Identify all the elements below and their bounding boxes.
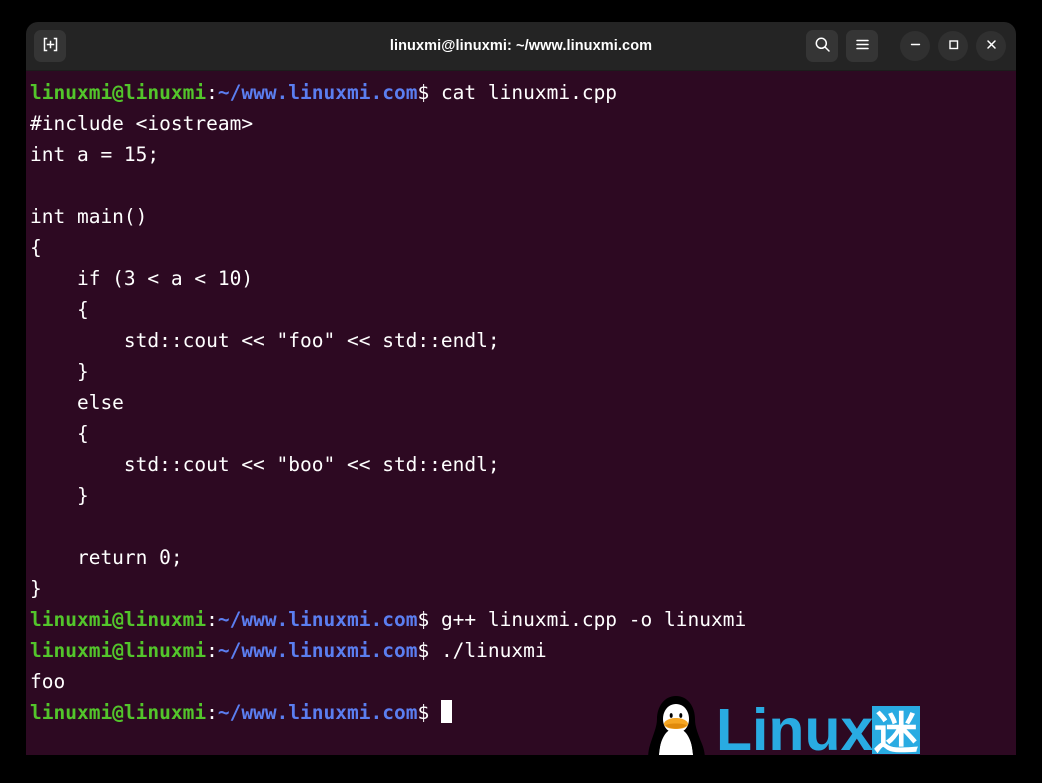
terminal-command-text: cat linuxmi.cpp [429, 81, 618, 104]
terminal-output-text: { [30, 422, 89, 445]
prompt-colon: : [206, 608, 218, 631]
prompt-colon: : [206, 639, 218, 662]
terminal-output-line: std::cout << "foo" << std::endl; [30, 325, 1016, 356]
close-icon [984, 37, 999, 55]
close-button[interactable] [976, 31, 1006, 61]
terminal-output-text: #include <iostream> [30, 112, 254, 135]
terminal-output-text: foo [30, 670, 66, 693]
maximize-icon [946, 37, 961, 55]
terminal-output-line: foo [30, 666, 1016, 697]
terminal-command-text: g++ linuxmi.cpp -o linuxmi [429, 608, 747, 631]
prompt-user-host: linuxmi@linuxmi [30, 608, 207, 631]
terminal-cursor [440, 700, 452, 723]
hamburger-menu-icon [854, 36, 871, 56]
terminal-output-text: { [30, 236, 42, 259]
terminal-screen[interactable]: linuxmi@linuxmi:~/www.linuxmi.com$ cat l… [28, 77, 1016, 728]
prompt-dollar: $ [417, 639, 430, 662]
terminal-output-line: { [30, 294, 1016, 325]
terminal-output-text: } [30, 484, 89, 507]
titlebar-right-controls [806, 30, 1008, 62]
terminal-output-text: int main() [30, 205, 148, 228]
prompt-path: ~/www.linuxmi.com [217, 608, 418, 631]
terminal-output-text: else [30, 391, 124, 414]
prompt-user-host: linuxmi@linuxmi [30, 81, 207, 104]
minimize-icon [908, 37, 923, 55]
terminal-output-text: { [30, 298, 89, 321]
prompt-path: ~/www.linuxmi.com [217, 701, 418, 724]
prompt-colon: : [206, 701, 218, 724]
prompt-colon: : [206, 81, 218, 104]
titlebar-left-controls [34, 30, 66, 62]
terminal-output-line: { [30, 232, 1016, 263]
terminal-command-text: ./linuxmi [429, 639, 547, 662]
terminal-prompt-line: linuxmi@linuxmi:~/www.linuxmi.com$ [30, 697, 1016, 728]
terminal-output-text: } [30, 577, 42, 600]
prompt-dollar: $ [417, 81, 430, 104]
terminal-body[interactable]: linuxmi@linuxmi:~/www.linuxmi.com$ cat l… [26, 71, 1016, 755]
terminal-output-line: return 0; [30, 542, 1016, 573]
terminal-output-line: int a = 15; [30, 139, 1016, 170]
terminal-output-line: { [30, 418, 1016, 449]
terminal-output-line: int main() [30, 201, 1016, 232]
terminal-output-text: if (3 < a < 10) [30, 267, 254, 290]
terminal-output-text: std::cout << "foo" << std::endl; [30, 329, 500, 352]
menu-button[interactable] [846, 30, 878, 62]
terminal-output-text: } [30, 360, 89, 383]
new-terminal-icon [42, 36, 59, 56]
terminal-output-text: std::cout << "boo" << std::endl; [30, 453, 500, 476]
terminal-output-text: return 0; [30, 546, 183, 569]
new-tab-button[interactable] [34, 30, 66, 62]
terminal-output-line: } [30, 480, 1016, 511]
terminal-output-line: } [30, 573, 1016, 604]
prompt-user-host: linuxmi@linuxmi [30, 639, 207, 662]
search-icon [814, 36, 831, 56]
terminal-output-line: } [30, 356, 1016, 387]
terminal-output-line: #include <iostream> [30, 108, 1016, 139]
terminal-prompt-line: linuxmi@linuxmi:~/www.linuxmi.com$ g++ l… [30, 604, 1016, 635]
prompt-path: ~/www.linuxmi.com [217, 639, 418, 662]
terminal-prompt-line: linuxmi@linuxmi:~/www.linuxmi.com$ ./lin… [30, 635, 1016, 666]
terminal-window: linuxmi@linuxmi: ~/www.linuxmi.com linux… [26, 22, 1016, 755]
terminal-output-line: else [30, 387, 1016, 418]
terminal-output-line: std::cout << "boo" << std::endl; [30, 449, 1016, 480]
title-bar: linuxmi@linuxmi: ~/www.linuxmi.com [26, 22, 1016, 71]
prompt-path: ~/www.linuxmi.com [217, 81, 418, 104]
maximize-button[interactable] [938, 31, 968, 61]
minimize-button[interactable] [900, 31, 930, 61]
terminal-output-text: int a = 15; [30, 143, 160, 166]
prompt-dollar: $ [417, 701, 430, 724]
terminal-prompt-line: linuxmi@linuxmi:~/www.linuxmi.com$ cat l… [30, 77, 1016, 108]
search-button[interactable] [806, 30, 838, 62]
prompt-user-host: linuxmi@linuxmi [30, 701, 207, 724]
terminal-output-line: if (3 < a < 10) [30, 263, 1016, 294]
prompt-dollar: $ [417, 608, 430, 631]
